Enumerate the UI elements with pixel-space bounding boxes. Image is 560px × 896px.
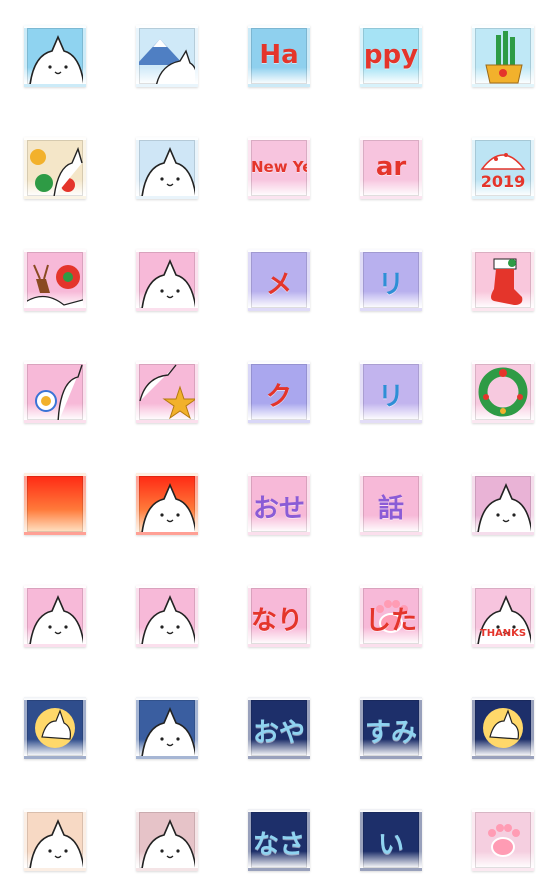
2019-tile[interactable]: 2019: [472, 137, 534, 199]
moon-icon: [483, 708, 523, 748]
sticker-grid: Ha ppy New Ye ar 2019 メリ ク リ おせ 話 なり した …: [0, 0, 560, 896]
merry-me-tile[interactable]: メ: [248, 249, 310, 311]
sumi-tile[interactable]: すみ: [360, 697, 422, 759]
cat-peek-tile[interactable]: [472, 473, 534, 535]
merry-ri-tile[interactable]: リ: [360, 249, 422, 311]
moon-icon: [35, 708, 75, 748]
wreath-tile[interactable]: [472, 361, 534, 423]
sticker-text: New Ye: [251, 158, 310, 176]
star-icon: [139, 364, 195, 420]
sticker-text: 2019: [480, 172, 526, 191]
sticker-text: なりま: [251, 606, 307, 636]
reindeer-icon: [27, 264, 83, 308]
i-tile[interactable]: い: [360, 809, 422, 871]
paw-tile[interactable]: [472, 809, 534, 871]
shita-tile[interactable]: した: [360, 585, 422, 647]
cat-face-icon: [29, 818, 83, 868]
sticker-text: した: [364, 606, 417, 636]
christmas-ku-tile[interactable]: ク: [248, 361, 310, 423]
cat-star-tile[interactable]: [136, 361, 198, 423]
cat-face-icon: [141, 594, 195, 644]
mount-fuji-icon: [139, 39, 195, 84]
sticker-text: すみ: [364, 718, 417, 748]
thanks-tile[interactable]: THANKS: [472, 585, 534, 647]
sticker-text: メ: [265, 270, 292, 300]
cat-christmas-tile[interactable]: [136, 249, 198, 311]
sticker-text: リ: [377, 270, 404, 300]
sticker-text: おせ: [252, 494, 305, 524]
cat-face-icon: [141, 706, 195, 756]
thanks-wa-tile[interactable]: 話: [360, 473, 422, 535]
new-year-2-tile[interactable]: ar: [360, 137, 422, 199]
cat-bow-tile[interactable]: [24, 585, 86, 647]
moon-cat-2-tile[interactable]: [472, 697, 534, 759]
christmas-ri-tile[interactable]: リ: [360, 361, 422, 423]
sticker-text: ク: [265, 382, 292, 412]
cat-sunrise-tile[interactable]: [24, 25, 86, 87]
paint-splash-icon: [30, 146, 83, 196]
sleep-cat-2-tile[interactable]: [136, 809, 198, 871]
sticker-text: THANKS: [479, 628, 527, 639]
sticker-text: リ: [377, 382, 404, 412]
cat-face-icon: [141, 818, 195, 868]
sunrise-cat-tile[interactable]: [136, 473, 198, 535]
cat-face-icon: [477, 482, 531, 532]
narima-tile[interactable]: なりま: [248, 585, 310, 647]
sticker-text: ar: [375, 152, 407, 182]
cat-face-icon: [29, 34, 83, 84]
oya-tile[interactable]: おや: [248, 697, 310, 759]
night-cat-tile[interactable]: [136, 697, 198, 759]
sticker-text: Ha: [259, 40, 299, 70]
sticker-text: なさ: [252, 830, 305, 860]
sticker-text: ppy: [363, 40, 419, 70]
moon-cat-tile[interactable]: [24, 697, 86, 759]
reindeer-tile[interactable]: [24, 249, 86, 311]
nasa-tile[interactable]: なさ: [248, 809, 310, 871]
cat-ornament-tile[interactable]: [24, 361, 86, 423]
sticker-text: い: [377, 830, 404, 860]
cat-face-icon: [29, 594, 83, 644]
happy-ha-tile[interactable]: Ha: [248, 25, 310, 87]
sticker-text: おや: [252, 718, 305, 748]
cat-paint-tile[interactable]: [24, 137, 86, 199]
cat-bow-2-tile[interactable]: [136, 585, 198, 647]
kadomatsu-icon: [485, 31, 523, 84]
sticker-text: 話: [377, 494, 404, 524]
cat-paint-2-tile[interactable]: [136, 137, 198, 199]
cat-mount-fuji-tile[interactable]: [136, 25, 198, 87]
cat-face-icon: [141, 482, 195, 532]
cat-face-icon: [141, 258, 195, 308]
stocking-tile[interactable]: [472, 249, 534, 311]
sunrise-red-tile[interactable]: [24, 473, 86, 535]
ornament-icon: [35, 364, 83, 420]
wreath-icon: [478, 367, 528, 417]
cat-face-icon: [141, 146, 195, 196]
new-year-tile[interactable]: New Ye: [248, 137, 310, 199]
stocking-icon: [491, 258, 523, 305]
thanks-ose-tile[interactable]: おせ: [248, 473, 310, 535]
kadomatsu-tile[interactable]: [472, 25, 534, 87]
happy-ppy-tile[interactable]: ppy: [360, 25, 422, 87]
sleep-cat-tile[interactable]: [24, 809, 86, 871]
paw-icon: [488, 824, 520, 857]
